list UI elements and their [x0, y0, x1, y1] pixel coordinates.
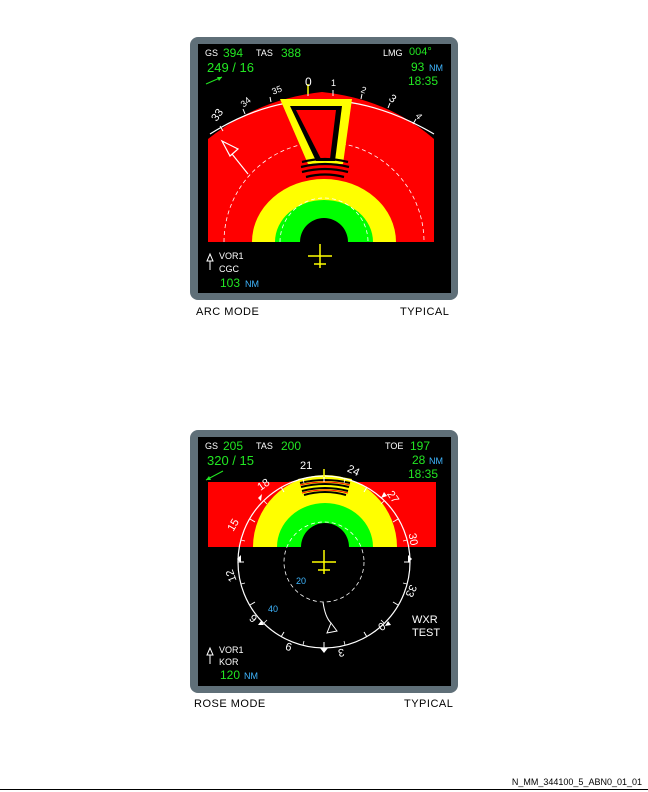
- rose-waypoint-track: 197: [410, 439, 431, 453]
- rose-gs-value: 205: [223, 439, 244, 453]
- rose-scale-21: 21: [300, 460, 313, 472]
- rose-caption-typical: TYPICAL: [404, 698, 454, 710]
- arc-waypoint-time: 18:35: [408, 74, 439, 88]
- arc-scale-0: 0: [305, 75, 312, 89]
- rose-display-screen: GS 205 TAS 200 320 / 15 TOE 197 28 NM 18…: [198, 437, 451, 686]
- arc-gs-value: 394: [223, 46, 244, 60]
- rose-waypoint-label: TOE: [385, 441, 404, 451]
- arc-tas-label: TAS: [256, 48, 273, 58]
- arc-caption-mode: ARC MODE: [196, 306, 260, 318]
- arc-gs-label: GS: [205, 48, 219, 58]
- arc-vor1-distance: 103: [220, 276, 241, 290]
- arc-waypoint-distance: 93: [411, 60, 425, 74]
- rose-caption-mode: ROSE MODE: [194, 698, 266, 710]
- rose-range-inner-label: 20: [296, 576, 307, 586]
- arc-vor1-ident: CGC: [219, 264, 239, 274]
- arc-vor1-distance-unit: NM: [245, 279, 259, 289]
- arc-waypoint-distance-unit: NM: [429, 63, 443, 73]
- rose-waypoint-distance: 28: [412, 453, 426, 467]
- arc-scale-1: 1: [331, 78, 337, 88]
- figure-reference: N_MM_344100_5_ABN0_01_01: [511, 777, 642, 787]
- rose-range-outer-label: 40: [268, 604, 279, 614]
- arc-caption-typical: TYPICAL: [400, 306, 450, 318]
- rose-wind-value: 320 / 15: [207, 453, 254, 468]
- arc-display-screen: GS 394 TAS 388 249 / 16 LMG 004° 93 NM 1…: [198, 44, 451, 293]
- rose-waypoint-time: 18:35: [408, 467, 439, 481]
- rose-vor1-distance: 120: [220, 668, 241, 682]
- arc-waypoint-label: LMG: [383, 48, 403, 58]
- arc-waypoint-track: 004°: [409, 46, 432, 58]
- rose-scale-30: 30: [405, 532, 420, 547]
- rose-vor1-ident: KOR: [219, 657, 239, 667]
- arc-vor1-label: VOR1: [219, 251, 244, 261]
- rose-vor1-label: VOR1: [219, 645, 244, 655]
- rose-waypoint-distance-unit: NM: [429, 456, 443, 466]
- rose-wxr-label: WXR: [412, 614, 438, 626]
- rose-tas-value: 200: [281, 439, 302, 453]
- rose-gs-label: GS: [205, 441, 219, 451]
- arc-wind-value: 249 / 16: [207, 60, 254, 75]
- rose-tas-label: TAS: [256, 441, 273, 451]
- rose-wxr-test-label: TEST: [412, 627, 441, 639]
- rose-vor1-distance-unit: NM: [244, 671, 258, 681]
- footer-rule: [0, 789, 648, 790]
- arc-tas-value: 388: [281, 46, 302, 60]
